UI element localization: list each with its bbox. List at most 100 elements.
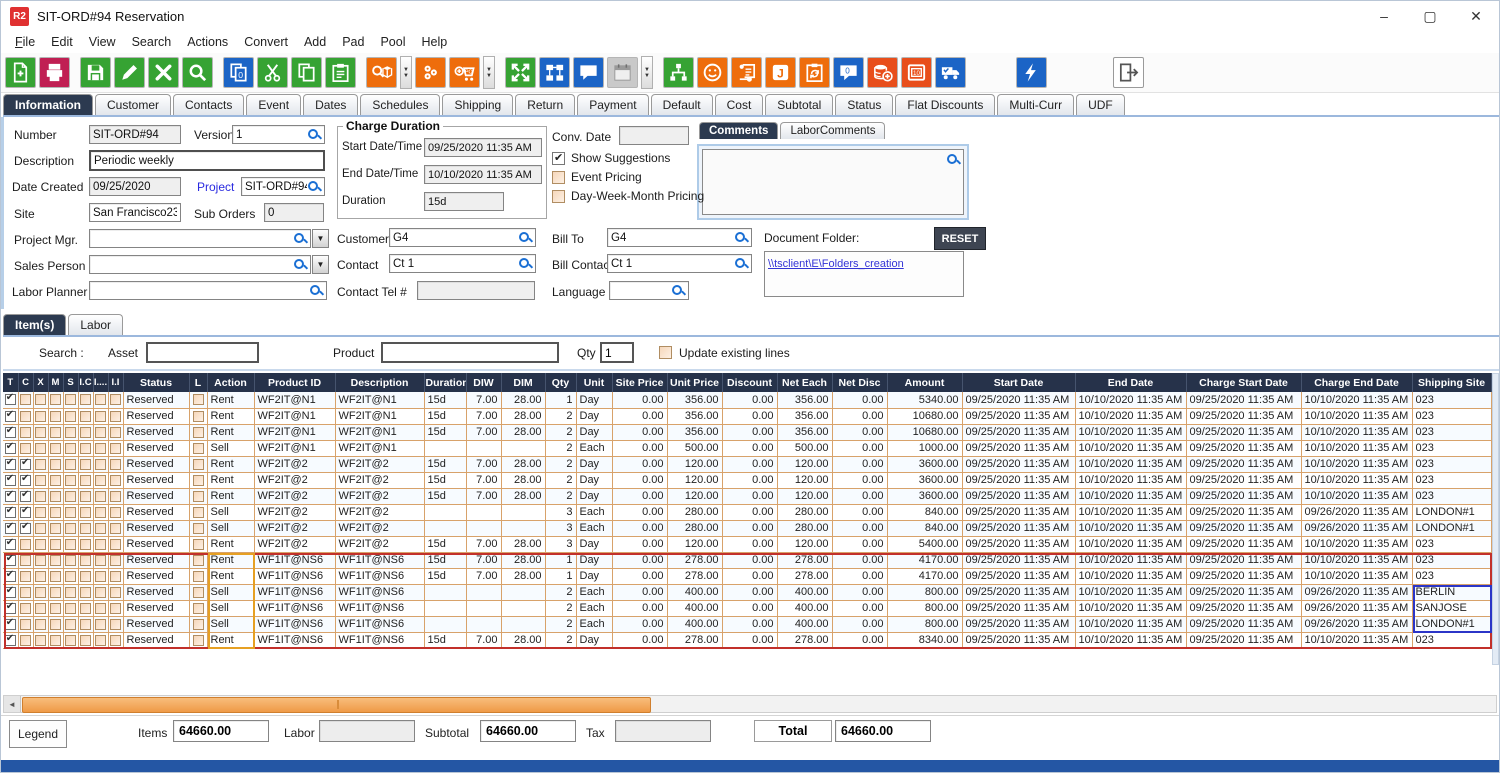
tab-flat-discounts[interactable]: Flat Discounts <box>895 94 995 115</box>
cell-start[interactable]: 09/25/2020 11:35 AM <box>962 424 1075 440</box>
cell-amount[interactable]: 4170.00 <box>887 568 962 584</box>
tab-cost[interactable]: Cost <box>715 94 764 115</box>
cell-dur[interactable]: 15d <box>424 408 466 424</box>
bill-to-field[interactable]: G4 <box>607 228 752 247</box>
menu-add[interactable]: Add <box>296 33 334 51</box>
cell-unit[interactable]: Day <box>576 456 612 472</box>
exit-button[interactable] <box>1113 57 1144 88</box>
cell-cstart[interactable]: 09/25/2020 11:35 AM <box>1186 456 1301 472</box>
cell-dur[interactable]: 15d <box>424 536 466 552</box>
cell-l[interactable] <box>189 632 207 648</box>
scrollbar-thumb[interactable] <box>22 697 651 713</box>
sub-orders-field[interactable]: 0 <box>264 203 324 222</box>
cell-ship[interactable]: 023 <box>1412 392 1491 408</box>
cell-dim[interactable]: 28.00 <box>501 568 545 584</box>
row-check-t[interactable] <box>3 488 18 504</box>
column-header-l[interactable]: L <box>189 373 207 392</box>
cell-qty[interactable]: 1 <box>545 568 576 584</box>
cell-unit_price[interactable]: 356.00 <box>667 392 722 408</box>
cell-diw[interactable] <box>466 504 501 520</box>
column-header-amount[interactable]: Amount <box>887 373 962 392</box>
cell-product[interactable]: WF2IT@N1 <box>254 424 335 440</box>
cell-desc[interactable]: WF1IT@NS6 <box>335 552 424 568</box>
row-check-c[interactable] <box>18 520 33 536</box>
cell-diw[interactable]: 7.00 <box>466 488 501 504</box>
cell-desc[interactable]: WF2IT@2 <box>335 520 424 536</box>
row-check-i-c[interactable] <box>78 552 93 568</box>
cell-l[interactable] <box>189 440 207 456</box>
cell-desc[interactable]: WF2IT@2 <box>335 472 424 488</box>
cell-cstart[interactable]: 09/25/2020 11:35 AM <box>1186 632 1301 648</box>
cell-dur[interactable] <box>424 600 466 616</box>
cell-dim[interactable]: 28.00 <box>501 456 545 472</box>
row-check-t[interactable] <box>3 584 18 600</box>
cell-qty[interactable]: 1 <box>545 552 576 568</box>
cell-net_each[interactable]: 120.00 <box>777 536 832 552</box>
cell-product[interactable]: WF2IT@2 <box>254 536 335 552</box>
cell-start[interactable]: 09/25/2020 11:35 AM <box>962 472 1075 488</box>
cut-button[interactable] <box>257 57 288 88</box>
cell-dim[interactable]: 28.00 <box>501 552 545 568</box>
row-check-c[interactable] <box>18 568 33 584</box>
cell-ship[interactable]: BERLIN <box>1412 584 1491 600</box>
cell-status[interactable]: Reserved <box>123 456 189 472</box>
cell-amount[interactable]: 800.00 <box>887 600 962 616</box>
row-check-m[interactable] <box>48 632 63 648</box>
cell-dur[interactable]: 15d <box>424 488 466 504</box>
row-check-x[interactable] <box>33 584 48 600</box>
cell-ship[interactable]: 023 <box>1412 440 1491 456</box>
menu-actions[interactable]: Actions <box>179 33 236 51</box>
menu-pool[interactable]: Pool <box>372 33 413 51</box>
cell-disc[interactable]: 0.00 <box>722 392 777 408</box>
cell-site_price[interactable]: 0.00 <box>612 488 667 504</box>
project-mgr-field[interactable] <box>89 229 311 248</box>
product-input[interactable] <box>381 342 559 363</box>
date-created-field[interactable]: 09/25/2020 <box>89 177 181 196</box>
cell-cend[interactable]: 09/26/2020 11:35 AM <box>1301 616 1412 632</box>
cell-diw[interactable]: 7.00 <box>466 392 501 408</box>
row-check-s[interactable] <box>63 616 78 632</box>
cell-dur[interactable]: 15d <box>424 568 466 584</box>
column-header-unit[interactable]: Unit <box>576 373 612 392</box>
document-folder-link[interactable]: \\tsclient\E\Folders_creation <box>768 258 904 270</box>
cell-dur[interactable]: 15d <box>424 392 466 408</box>
cell-disc[interactable]: 0.00 <box>722 616 777 632</box>
cell-unit[interactable]: Day <box>576 472 612 488</box>
row-check-m[interactable] <box>48 520 63 536</box>
cell-desc[interactable]: WF2IT@N1 <box>335 424 424 440</box>
labor-planner-field[interactable] <box>89 281 327 300</box>
total-field[interactable]: 64660.00 <box>835 720 931 742</box>
cell-site_price[interactable]: 0.00 <box>612 536 667 552</box>
row-check-i-c[interactable] <box>78 632 93 648</box>
cell-status[interactable]: Reserved <box>123 408 189 424</box>
cell-cend[interactable]: 10/10/2020 11:35 AM <box>1301 536 1412 552</box>
cell-end[interactable]: 10/10/2020 11:35 AM <box>1075 440 1186 456</box>
cell-dur[interactable]: 15d <box>424 424 466 440</box>
row-check-m[interactable] <box>48 456 63 472</box>
cell-end[interactable]: 10/10/2020 11:35 AM <box>1075 616 1186 632</box>
row-check-i[interactable] <box>93 536 108 552</box>
cell-net_disc[interactable]: 0.00 <box>832 584 887 600</box>
add-po-cart-button[interactable]: PO <box>449 57 480 88</box>
tab-contacts[interactable]: Contacts <box>173 94 244 115</box>
cell-start[interactable]: 09/25/2020 11:35 AM <box>962 584 1075 600</box>
cell-dur[interactable] <box>424 584 466 600</box>
cell-l[interactable] <box>189 536 207 552</box>
reset-button[interactable]: RESET <box>934 227 986 250</box>
cell-diw[interactable]: 7.00 <box>466 568 501 584</box>
row-check-s[interactable] <box>63 424 78 440</box>
row-check-s[interactable] <box>63 472 78 488</box>
cell-dur[interactable]: 15d <box>424 552 466 568</box>
cell-l[interactable] <box>189 520 207 536</box>
row-check-i-c[interactable] <box>78 456 93 472</box>
cell-unit[interactable]: Day <box>576 552 612 568</box>
row-check-m[interactable] <box>48 600 63 616</box>
cell-action[interactable]: Sell <box>207 584 254 600</box>
cell-unit[interactable]: Day <box>576 392 612 408</box>
cell-dim[interactable]: 28.00 <box>501 536 545 552</box>
cell-cend[interactable]: 10/10/2020 11:35 AM <box>1301 552 1412 568</box>
cell-net_each[interactable]: 120.00 <box>777 488 832 504</box>
cell-disc[interactable]: 0.00 <box>722 424 777 440</box>
row-check-i[interactable] <box>93 632 108 648</box>
cell-dim[interactable]: 28.00 <box>501 424 545 440</box>
